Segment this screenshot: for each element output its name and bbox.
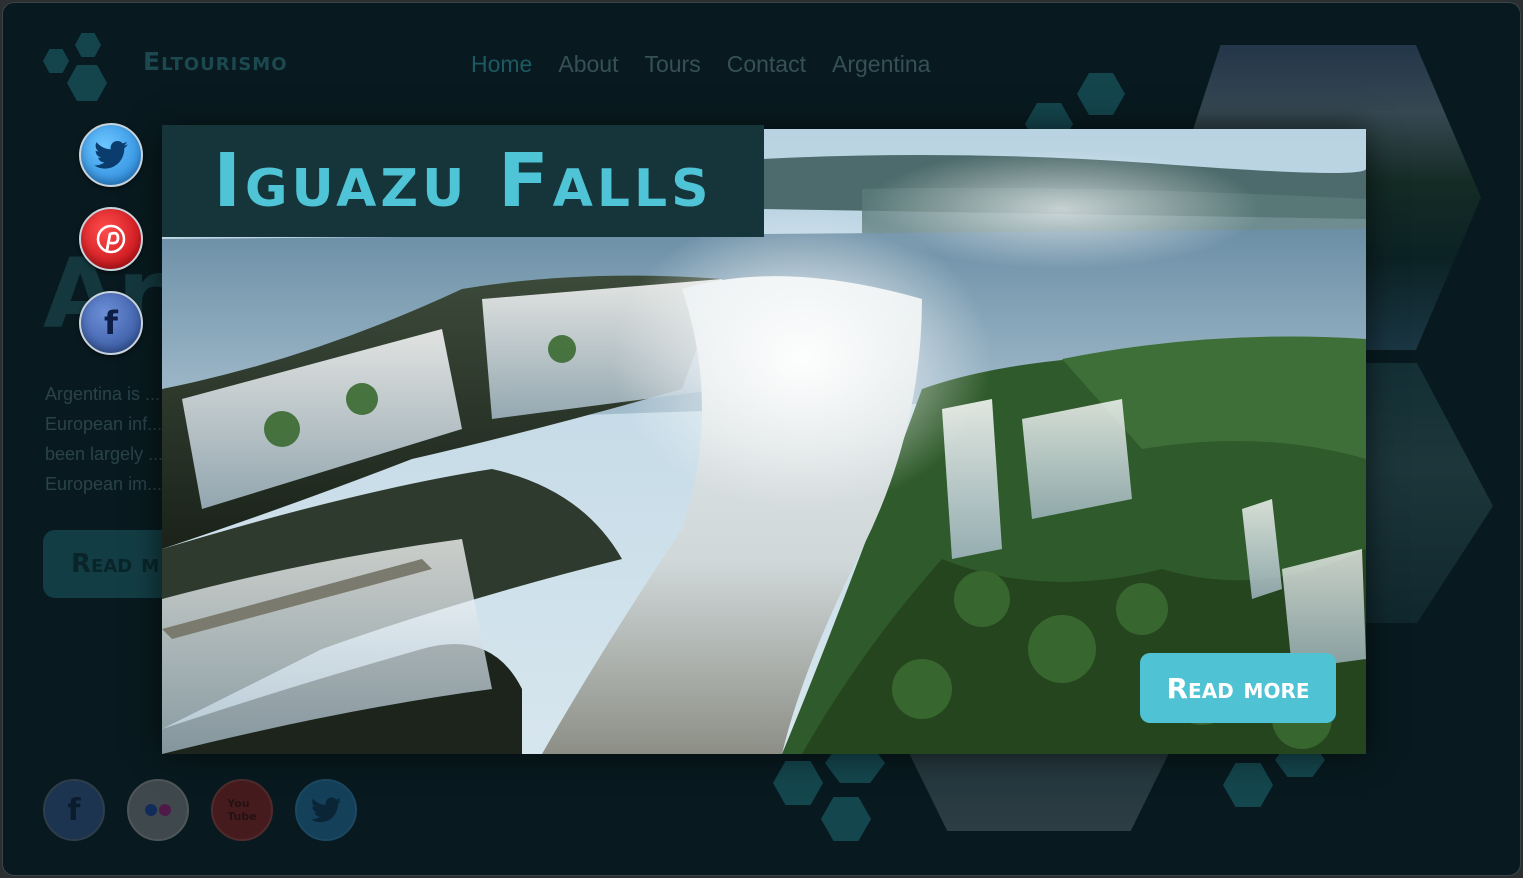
facebook-icon[interactable]: f [79, 291, 143, 355]
app-window: Eltourismo Home About Tours Contact Arge… [2, 2, 1521, 876]
twitter-bird [311, 797, 341, 823]
youtube-icon[interactable]: You Tube [211, 779, 273, 841]
background-photo-hex [908, 751, 1170, 831]
twitter-icon[interactable] [295, 779, 357, 841]
logo-hex-icon [67, 65, 107, 101]
logo-hex-icon [43, 49, 69, 73]
footer-social-links: f You Tube [43, 779, 357, 841]
nav-tours[interactable]: Tours [644, 51, 700, 78]
side-social-links: f [79, 123, 143, 355]
read-more-button[interactable]: Read more [1140, 653, 1336, 723]
nav-contact[interactable]: Contact [727, 51, 806, 78]
twitter-icon[interactable] [79, 123, 143, 187]
decor-hex-icon [821, 797, 871, 841]
main-nav: Home About Tours Contact Argentina [471, 51, 956, 78]
pinterest-logo [96, 224, 126, 254]
decor-hex-icon [773, 761, 823, 805]
decor-hex-icon [1077, 73, 1125, 115]
flickr-icon[interactable] [127, 779, 189, 841]
logo-hex-icon [75, 33, 101, 57]
decor-hex-icon [1223, 763, 1273, 807]
facebook-icon[interactable]: f [43, 779, 105, 841]
nav-home[interactable]: Home [471, 51, 532, 78]
pinterest-icon[interactable] [79, 207, 143, 271]
brand-logo[interactable]: Eltourismo [143, 47, 288, 76]
flickr-dots [145, 804, 171, 816]
modal-title: Iguazu Falls [162, 125, 764, 237]
nav-about[interactable]: About [558, 51, 618, 78]
twitter-bird [94, 141, 128, 169]
nav-argentina[interactable]: Argentina [832, 51, 930, 78]
